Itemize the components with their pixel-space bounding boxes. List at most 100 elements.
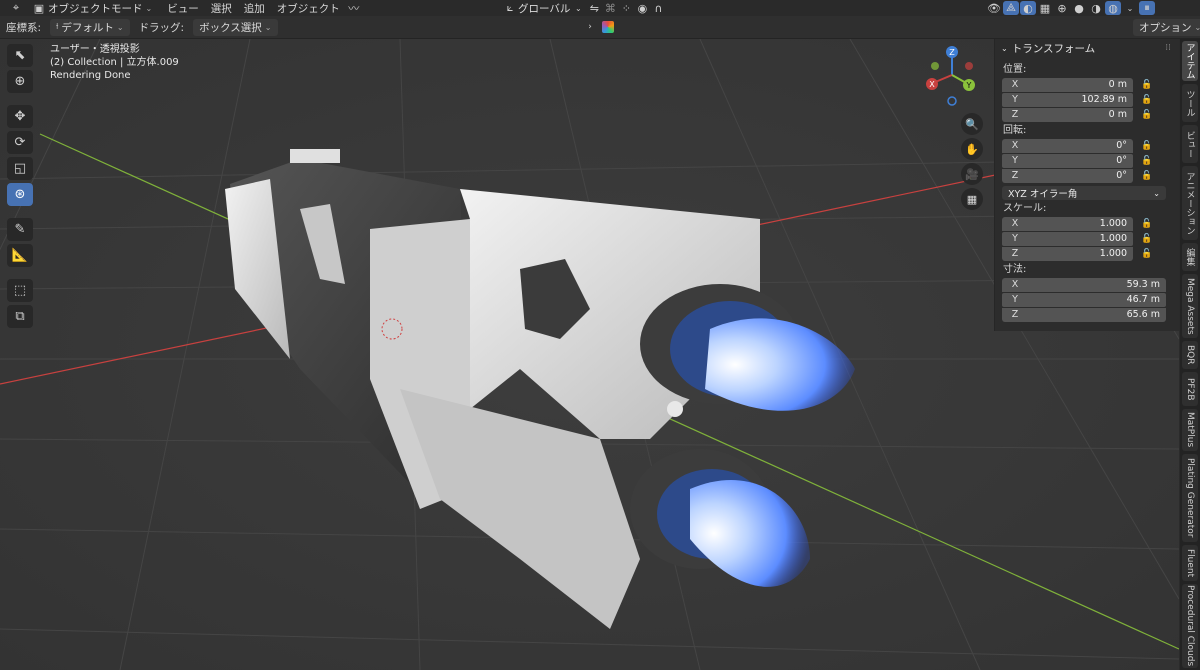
visibility-icon[interactable]: 👁: [986, 1, 1002, 15]
annotate-tool[interactable]: ✎: [7, 218, 33, 241]
rotation-z-field[interactable]: Z 0°: [1002, 168, 1133, 183]
measure-tool[interactable]: 📐: [7, 244, 33, 267]
dimensions-z-row: Z 65.6 m: [1002, 307, 1179, 322]
location-z-field[interactable]: Z 0 m: [1002, 107, 1133, 122]
cube-cursor-icon: ⧉: [15, 309, 25, 324]
cursor-tool[interactable]: ⊕: [7, 70, 33, 93]
rotation-x-value: 0°: [1116, 140, 1127, 151]
wireframe-shading-icon[interactable]: ⊕: [1054, 1, 1070, 15]
ruler-icon: 📐: [11, 248, 29, 263]
transform-orientation-dropdown[interactable]: グローバル: [518, 1, 570, 16]
chevron-right-icon[interactable]: ›: [582, 20, 598, 34]
move-tool[interactable]: ✥: [7, 105, 33, 128]
transform-panel-header[interactable]: ⌄ トランスフォーム ⁞⁞: [995, 39, 1179, 57]
object-mode-icon: ▣: [33, 1, 45, 15]
dimensions-x-field[interactable]: X 59.3 m: [1002, 277, 1166, 292]
lock-icon[interactable]: 🔓: [1141, 95, 1152, 105]
lock-icon[interactable]: 🔓: [1141, 171, 1152, 181]
options-dropdown[interactable]: オプション ⌄: [1133, 18, 1200, 36]
drag-handle-icon[interactable]: ⁞⁞: [1165, 43, 1171, 53]
axis-label: X: [1011, 140, 1019, 151]
tab-edit[interactable]: 編集: [1182, 243, 1198, 271]
tab-mega-assets[interactable]: Mega Assets: [1182, 274, 1198, 338]
rotation-x-field[interactable]: X 0°: [1002, 138, 1133, 153]
tab-matplus[interactable]: MatPlus: [1182, 409, 1198, 451]
transform-title: トランスフォーム: [1011, 42, 1096, 55]
tab-tool[interactable]: ツール: [1182, 84, 1198, 122]
rotation-label: 回転:: [1003, 125, 1027, 136]
scale-z-field[interactable]: Z 1.000: [1002, 246, 1133, 261]
tab-fluent[interactable]: Fluent: [1182, 545, 1198, 581]
navigation-gizmo[interactable]: Z X Y: [920, 44, 984, 106]
gizmo-toggle-icon[interactable]: ⟁: [1003, 1, 1019, 15]
tab-view[interactable]: ビュー: [1182, 125, 1198, 163]
zoom-view-button[interactable]: 🔍: [961, 113, 983, 135]
chevron-down-icon: ⌄: [1001, 43, 1008, 53]
axis-label: Z: [1011, 109, 1019, 120]
scale-x-field[interactable]: X 1.000: [1002, 216, 1133, 231]
rotation-y-field[interactable]: Y 0°: [1002, 153, 1133, 168]
pencil-icon: ✎: [14, 222, 26, 237]
location-y-field[interactable]: Y 102.89 m: [1002, 92, 1133, 107]
camera-view-button[interactable]: 🎥: [961, 163, 983, 185]
mode-dropdown[interactable]: ▣ オブジェクトモード ⌄: [27, 0, 158, 17]
snap-grid-icon[interactable]: ⁘: [618, 1, 634, 15]
drag-dropdown[interactable]: ボックス選択 ⌄: [193, 18, 278, 36]
camera-icon: 🎥: [965, 167, 979, 181]
location-y-row: Y 102.89 m 🔓: [1002, 92, 1179, 107]
tab-pf2b[interactable]: PF2B: [1182, 372, 1198, 406]
scale-y-field[interactable]: Y 1.000: [1002, 231, 1133, 246]
solid-shading-icon[interactable]: ●: [1071, 1, 1087, 15]
dimensions-y-field[interactable]: Y 46.7 m: [1002, 292, 1166, 307]
add-cube-tool[interactable]: ⬚: [7, 279, 33, 302]
scale-tool[interactable]: ◱: [7, 157, 33, 180]
lock-icon[interactable]: 🔓: [1141, 234, 1152, 244]
overlay-toggle-icon[interactable]: ◐: [1020, 1, 1036, 15]
tab-bqr[interactable]: BQR: [1182, 341, 1198, 369]
axis-label: Z: [1011, 248, 1019, 259]
tab-animation[interactable]: アニメーション: [1182, 166, 1198, 240]
perspective-toggle-button[interactable]: ▦: [961, 188, 983, 210]
menu-object[interactable]: オブジェクト: [271, 1, 346, 16]
sidebar-tabs: アイテム ツール ビュー アニメーション 編集 Mega Assets BQR …: [1180, 39, 1200, 670]
menu-select[interactable]: 選択: [205, 1, 238, 16]
lock-icon[interactable]: 🔓: [1141, 249, 1152, 259]
rendered-shading-icon[interactable]: ◍: [1105, 1, 1121, 15]
wave-icon: 〰: [348, 2, 360, 15]
pivot-icon[interactable]: ⇋: [586, 1, 602, 15]
menu-view[interactable]: ビュー: [161, 1, 205, 16]
tab-item[interactable]: アイテム: [1182, 41, 1198, 81]
menu-add[interactable]: 追加: [238, 1, 271, 16]
lock-icon[interactable]: 🔓: [1141, 141, 1152, 151]
proportional-edit-icon[interactable]: ◉: [634, 1, 650, 15]
location-x-field[interactable]: X 0 m: [1002, 77, 1133, 92]
lock-icon[interactable]: 🔓: [1141, 156, 1152, 166]
tab-procedural-clouds[interactable]: Procedural Clouds: [1182, 584, 1198, 668]
scale-x-row: X 1.000 🔓: [1002, 216, 1179, 231]
lock-icon[interactable]: 🔓: [1141, 80, 1152, 90]
tab-plating-generator[interactable]: Plating Generator: [1182, 454, 1198, 542]
transform-tool[interactable]: ⊛: [7, 183, 33, 206]
lock-icon[interactable]: 🔓: [1141, 110, 1152, 120]
pan-view-button[interactable]: ✋: [961, 138, 983, 160]
snap-icon[interactable]: ⌘: [602, 1, 618, 15]
pause-render-icon[interactable]: ⏸: [1139, 1, 1155, 15]
material-preview-icon[interactable]: [602, 21, 614, 33]
collection-text: (2) Collection | 立方体.009: [50, 57, 179, 68]
falloff-icon[interactable]: ∩: [650, 1, 666, 15]
axis-label: Z: [1011, 170, 1019, 181]
tool-header-bar: 座標系: ⟊ デフォルト ⌄ ドラッグ: ボックス選択 ⌄ › オプション ⌄: [0, 16, 1200, 39]
coord-system-dropdown[interactable]: ⟊ デフォルト ⌄: [50, 18, 130, 36]
gizmo-y-label: Y: [966, 81, 972, 90]
rotation-mode-dropdown[interactable]: XYZ オイラー角 ⌄: [1002, 186, 1166, 200]
rotate-tool[interactable]: ⟳: [7, 131, 33, 154]
xray-icon[interactable]: ▦: [1037, 1, 1053, 15]
lock-icon[interactable]: 🔓: [1141, 219, 1152, 229]
axis-label: Y: [1012, 233, 1018, 244]
extra-tool[interactable]: ⧉: [7, 305, 33, 328]
editor-type-icon[interactable]: ⌖: [8, 1, 24, 15]
material-shading-icon[interactable]: ◑: [1088, 1, 1104, 15]
select-box-tool[interactable]: ⬉: [7, 44, 33, 67]
dimensions-z-field[interactable]: Z 65.6 m: [1002, 307, 1166, 322]
chevron-down-icon[interactable]: ⌄: [1122, 1, 1138, 15]
